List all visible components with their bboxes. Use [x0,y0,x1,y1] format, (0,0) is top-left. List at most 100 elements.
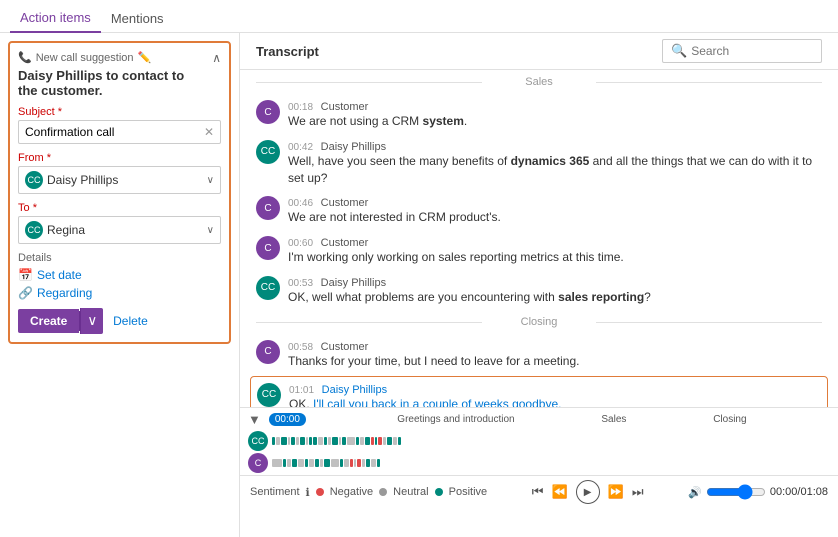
bar-segment [357,459,361,467]
to-select[interactable]: CC Regina ∨ [18,216,221,244]
timestamp: 00:60 [288,238,313,249]
bar-segment [398,437,401,445]
bar-segment [305,459,308,467]
table-row: CC 00:42 Daisy Phillips Well, have you s… [256,134,822,191]
create-dropdown-button[interactable]: ∨ [80,308,103,334]
playback-controls: ⏮ ⏪ ▶ ⏩ ⏭ [532,480,644,504]
skip-back-icon[interactable]: ⏮ [532,484,544,500]
timestamp: 01:01 [289,385,314,396]
table-row: C 00:46 Customer We are not interested i… [256,190,822,230]
avatar: C [256,196,280,220]
bar-segment [315,459,319,467]
msg-header: 00:42 Daisy Phillips [288,138,822,153]
bar-segment [366,459,370,467]
bar-segment [306,437,308,445]
bar-segment [360,437,364,445]
bar-segment [339,437,341,445]
table-row: CC 00:53 Daisy Phillips OK, well what pr… [256,270,822,310]
timestamp: 00:18 [288,102,313,113]
track-bars [272,459,830,467]
sender-name: Daisy Phillips [322,384,387,396]
from-chevron-icon: ∨ [207,175,214,186]
bar-segment [328,437,331,445]
bar-segment [387,437,392,445]
timeline-phases: Greetings and introduction Sales Closing [314,414,830,425]
phase-closing: Closing [713,414,746,425]
timestamp: 00:46 [288,198,313,209]
timeline-tracks: CC [240,431,838,473]
sender-name: Customer [321,197,369,209]
msg-text: OK. I'll call you back in a couple of we… [289,396,821,407]
bar-segment [365,437,370,445]
bar-segment [371,437,374,445]
bar-segment [324,459,330,467]
tab-mentions[interactable]: Mentions [101,7,174,32]
skip-forward-icon[interactable]: ⏭ [632,484,644,500]
volume-icon[interactable]: 🔊 [688,486,702,499]
collapse-button[interactable]: ∧ [212,51,221,65]
section-divider-closing: Closing [256,310,822,334]
to-chevron-icon: ∨ [207,225,214,236]
left-panel: 📞 New call suggestion ✏️ ∧ Daisy Phillip… [0,33,240,537]
bar-segment [344,459,349,467]
bar-segment [272,437,275,445]
timestamp: 00:42 [288,142,313,153]
bar-segment [371,459,376,467]
right-panel: Transcript 🔍 Sales C 00:18 Customer We a… [240,33,838,537]
neutral-label: Neutral [393,486,428,498]
volume-slider[interactable] [706,484,766,500]
timeline-header: ▼ 00:00 Greetings and introduction Sales… [240,408,838,431]
regarding-link[interactable]: 🔗 Regarding [18,286,221,300]
msg-text: I'm working only working on sales report… [288,249,822,266]
sender-name: Customer [321,101,369,113]
bar-segment [309,437,312,445]
fast-forward-icon[interactable]: ⏩ [608,484,624,500]
bar-segment [383,437,386,445]
collapse-timeline-button[interactable]: ▼ [248,412,261,427]
to-group: To * CC Regina ∨ [18,202,221,244]
message-content: 00:58 Customer Thanks for your time, but… [288,338,822,370]
sender-name: Customer [321,237,369,249]
bar-segment [362,459,365,467]
delete-button[interactable]: Delete [113,314,148,328]
transcript-header: Transcript 🔍 [240,33,838,70]
to-avatar: CC [25,221,43,239]
avatar: CC [256,276,280,300]
table-row: CC 01:01 Daisy Phillips OK. I'll call yo… [250,376,828,407]
msg-header: 00:18 Customer [288,98,822,113]
subject-input-wrapper: ✕ [18,120,221,144]
play-button[interactable]: ▶ [576,480,600,504]
clear-subject-icon[interactable]: ✕ [204,125,214,139]
from-select[interactable]: CC Daisy Phillips ∨ [18,166,221,194]
track-row: CC [248,431,830,451]
section-divider-sales: Sales [256,70,822,94]
create-button[interactable]: Create [18,309,79,333]
msg-text: Well, have you seen the many benefits of… [288,153,822,187]
table-row: C 00:60 Customer I'm working only workin… [256,230,822,270]
bar-segment [340,459,343,467]
msg-text: Thanks for your time, but I need to leav… [288,353,822,370]
volume-control: 🔊 00:00/01:08 [688,484,828,500]
search-input[interactable] [691,44,813,58]
playback-bar: Sentiment ℹ Negative Neutral Positive ⏮ … [240,475,838,508]
rewind-icon[interactable]: ⏪ [551,484,567,500]
tab-action-items[interactable]: Action items [10,6,101,33]
msg-header: 00:53 Daisy Phillips [288,274,822,289]
sentiment-info: Sentiment ℹ Negative Neutral Positive [250,486,487,499]
track-bars [272,437,830,445]
set-date-link[interactable]: 📅 Set date [18,268,221,282]
bar-segment [300,437,305,445]
bar-segment [331,459,339,467]
search-icon: 🔍 [671,43,687,59]
bar-segment [281,437,287,445]
bar-segment [288,437,290,445]
bar-segment [291,437,295,445]
bar-segment [287,459,291,467]
phase-greetings: Greetings and introduction [397,414,514,425]
msg-header: 00:46 Customer [288,194,822,209]
from-label: From * [18,152,221,164]
bar-segment [324,437,327,445]
timestamp: 00:58 [288,342,313,353]
positive-label: Positive [449,486,488,498]
subject-input[interactable] [25,125,204,139]
